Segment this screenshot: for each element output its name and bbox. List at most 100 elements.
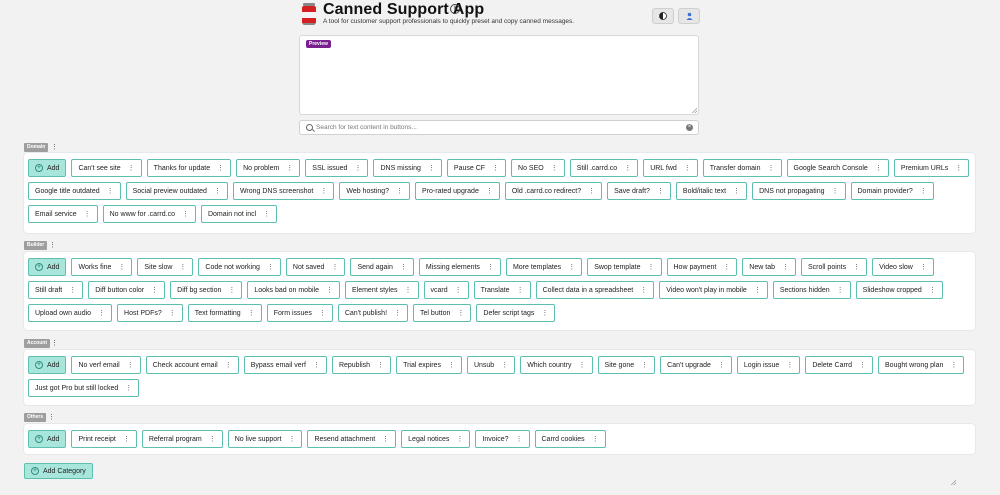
canned-message-button[interactable]: Bypass email verf ⋮	[243, 356, 327, 374]
button-menu-icon[interactable]: ⋮	[641, 361, 648, 369]
canned-message-button[interactable]: Login issue ⋮	[736, 356, 801, 374]
button-menu-icon[interactable]: ⋮	[501, 361, 508, 369]
category-menu-icon[interactable]: ⋮	[48, 413, 55, 422]
button-menu-icon[interactable]: ⋮	[718, 361, 725, 369]
button-menu-icon[interactable]: ⋮	[837, 286, 844, 294]
button-menu-icon[interactable]: ⋮	[455, 286, 462, 294]
canned-message-button[interactable]: Save draft? ⋮	[607, 182, 671, 200]
button-menu-icon[interactable]: ⋮	[684, 164, 691, 172]
button-menu-icon[interactable]: ⋮	[151, 286, 158, 294]
search-input[interactable]	[316, 122, 676, 133]
button-menu-icon[interactable]: ⋮	[487, 263, 494, 271]
canned-message-button[interactable]: Domain provider? ⋮	[850, 182, 934, 200]
add-button[interactable]: + Add	[28, 356, 67, 374]
canned-message-button[interactable]: Invoice? ⋮	[475, 430, 530, 448]
category-menu-icon[interactable]: ⋮	[51, 339, 58, 348]
canned-message-button[interactable]: No live support ⋮	[227, 430, 303, 448]
button-menu-icon[interactable]: ⋮	[920, 187, 927, 195]
account-button[interactable]	[678, 8, 700, 24]
canned-message-button[interactable]: DNS missing ⋮	[373, 159, 442, 177]
info-icon[interactable]: i	[450, 4, 460, 14]
canned-message-button[interactable]: Still .carrd.co ⋮	[569, 159, 639, 177]
button-menu-icon[interactable]: ⋮	[326, 286, 333, 294]
button-menu-icon[interactable]: ⋮	[209, 435, 216, 443]
canned-message-button[interactable]: Text formatting ⋮	[187, 304, 262, 322]
button-menu-icon[interactable]: ⋮	[592, 435, 599, 443]
button-menu-icon[interactable]: ⋮	[920, 263, 927, 271]
button-menu-icon[interactable]: ⋮	[648, 263, 655, 271]
preview-textarea[interactable]: Preview	[299, 35, 699, 115]
button-menu-icon[interactable]: ⋮	[396, 187, 403, 195]
button-menu-icon[interactable]: ⋮	[754, 286, 761, 294]
canned-message-button[interactable]: Can't upgrade ⋮	[660, 356, 732, 374]
button-menu-icon[interactable]: ⋮	[875, 164, 882, 172]
canned-message-button[interactable]: Diff button color ⋮	[88, 281, 166, 299]
canned-message-button[interactable]: Social preview outdated ⋮	[125, 182, 228, 200]
canned-message-button[interactable]: Email service ⋮	[28, 205, 98, 223]
button-menu-icon[interactable]: ⋮	[428, 164, 435, 172]
add-button[interactable]: + Add	[28, 430, 67, 448]
add-category-button[interactable]: + Add Category	[24, 463, 93, 479]
canned-message-button[interactable]: Diff bg section ⋮	[170, 281, 243, 299]
button-menu-icon[interactable]: ⋮	[541, 309, 548, 317]
canned-message-button[interactable]: Legal notices ⋮	[401, 430, 471, 448]
canned-message-button[interactable]: No SEO ⋮	[511, 159, 565, 177]
canned-message-button[interactable]: More templates ⋮	[505, 258, 583, 276]
button-menu-icon[interactable]: ⋮	[448, 361, 455, 369]
add-button[interactable]: + Add	[28, 258, 67, 276]
canned-message-button[interactable]: Google title outdated ⋮	[28, 182, 121, 200]
button-menu-icon[interactable]: ⋮	[288, 435, 295, 443]
canned-message-button[interactable]: DNS not propagating ⋮	[752, 182, 846, 200]
button-menu-icon[interactable]: ⋮	[723, 263, 730, 271]
button-menu-icon[interactable]: ⋮	[929, 286, 936, 294]
canned-message-button[interactable]: Just got Pro but still locked ⋮	[28, 379, 140, 397]
button-menu-icon[interactable]: ⋮	[456, 435, 463, 443]
canned-message-button[interactable]: URL fwd ⋮	[643, 159, 698, 177]
canned-message-button[interactable]: Web hosting? ⋮	[339, 182, 411, 200]
button-menu-icon[interactable]: ⋮	[517, 286, 524, 294]
canned-message-button[interactable]: Works fine ⋮	[71, 258, 133, 276]
canned-message-button[interactable]: No problem ⋮	[236, 159, 301, 177]
canned-message-button[interactable]: Not saved ⋮	[285, 258, 346, 276]
button-menu-icon[interactable]: ⋮	[182, 210, 189, 218]
button-menu-icon[interactable]: ⋮	[217, 164, 224, 172]
canned-message-button[interactable]: Tel button ⋮	[413, 304, 472, 322]
button-menu-icon[interactable]: ⋮	[568, 263, 575, 271]
canned-message-button[interactable]: vcard ⋮	[423, 281, 469, 299]
canned-message-button[interactable]: Missing elements ⋮	[418, 258, 501, 276]
button-menu-icon[interactable]: ⋮	[955, 164, 962, 172]
button-menu-icon[interactable]: ⋮	[457, 309, 464, 317]
canned-message-button[interactable]: Premium URLs ⋮	[893, 159, 970, 177]
canned-message-button[interactable]: Transfer domain ⋮	[702, 159, 782, 177]
add-button[interactable]: + Add	[28, 159, 67, 177]
canned-message-button[interactable]: New tab ⋮	[742, 258, 796, 276]
canned-message-button[interactable]: Unsub ⋮	[466, 356, 516, 374]
canned-message-button[interactable]: No www for .carrd.co ⋮	[102, 205, 196, 223]
button-menu-icon[interactable]: ⋮	[400, 263, 407, 271]
button-menu-icon[interactable]: ⋮	[551, 164, 558, 172]
clear-search-icon[interactable]: ×	[686, 124, 693, 131]
button-menu-icon[interactable]: ⋮	[263, 210, 270, 218]
canned-message-button[interactable]: Print receipt ⋮	[71, 430, 137, 448]
canned-message-button[interactable]: Resend attachment ⋮	[307, 430, 397, 448]
canned-message-button[interactable]: Can't publish! ⋮	[337, 304, 409, 322]
category-menu-icon[interactable]: ⋮	[49, 241, 56, 250]
canned-message-button[interactable]: Bold/italic text ⋮	[675, 182, 748, 200]
canned-message-button[interactable]: Check account email ⋮	[145, 356, 239, 374]
canned-message-button[interactable]: Which country ⋮	[520, 356, 593, 374]
canned-message-button[interactable]: SSL issued ⋮	[305, 159, 369, 177]
button-menu-icon[interactable]: ⋮	[248, 309, 255, 317]
button-menu-icon[interactable]: ⋮	[733, 187, 740, 195]
resize-handle-icon[interactable]	[692, 108, 697, 113]
button-menu-icon[interactable]: ⋮	[118, 263, 125, 271]
button-menu-icon[interactable]: ⋮	[640, 286, 647, 294]
button-menu-icon[interactable]: ⋮	[286, 164, 293, 172]
resize-handle-icon[interactable]	[951, 480, 956, 485]
button-menu-icon[interactable]: ⋮	[657, 187, 664, 195]
button-menu-icon[interactable]: ⋮	[354, 164, 361, 172]
canned-message-button[interactable]: Host PDFs? ⋮	[117, 304, 183, 322]
button-menu-icon[interactable]: ⋮	[832, 187, 839, 195]
canned-message-button[interactable]: Video slow ⋮	[872, 258, 934, 276]
canned-message-button[interactable]: Old .carrd.co redirect? ⋮	[504, 182, 603, 200]
canned-message-button[interactable]: Scroll points ⋮	[800, 258, 868, 276]
